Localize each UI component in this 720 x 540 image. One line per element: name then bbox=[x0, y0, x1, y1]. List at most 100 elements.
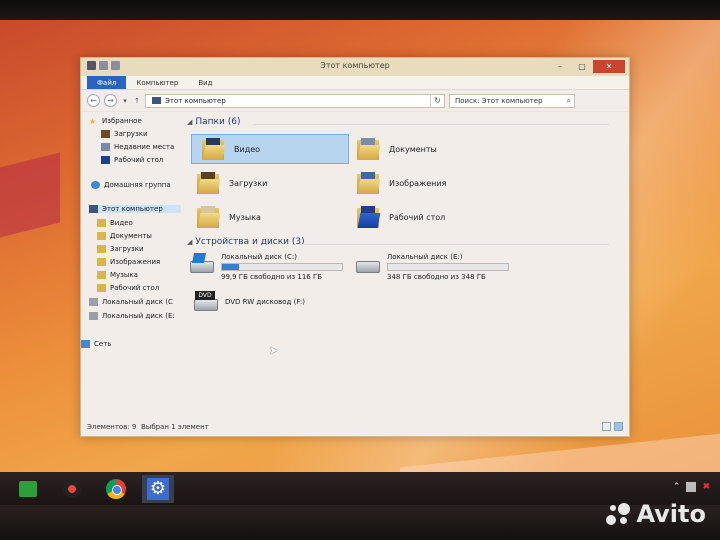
desktop-icon bbox=[101, 156, 110, 164]
selection-count: Выбран 1 элемент bbox=[141, 423, 209, 431]
folder-music-label: Музыка bbox=[229, 212, 261, 222]
antivirus-icon bbox=[63, 480, 81, 498]
maximize-button[interactable]: ▢ bbox=[571, 60, 593, 73]
nav-this-pc-label: Этот компьютер bbox=[102, 205, 163, 213]
up-button[interactable]: ↑ bbox=[133, 97, 141, 105]
view-switcher bbox=[602, 422, 623, 431]
nav-network-label: Сеть bbox=[94, 340, 112, 348]
downloads-folder-icon bbox=[195, 170, 221, 196]
documents-folder-icon bbox=[97, 232, 106, 240]
window-controls: – ▢ ✕ bbox=[549, 60, 625, 73]
forward-button[interactable]: → bbox=[104, 94, 117, 107]
refresh-button[interactable]: ↻ bbox=[430, 94, 444, 107]
nav-desktop-favorite[interactable]: Рабочий стол bbox=[101, 156, 163, 164]
nav-desktop[interactable]: Рабочий стол bbox=[97, 284, 159, 292]
downloads-icon bbox=[101, 130, 110, 138]
gear-icon: ⚙ bbox=[147, 478, 169, 500]
network-icon bbox=[81, 340, 90, 348]
taskbar-settings[interactable]: ⚙ bbox=[142, 475, 174, 503]
tab-view[interactable]: Вид bbox=[188, 76, 222, 89]
drive-e[interactable]: Локальный диск (E:) 348 ГБ свободно из 3… bbox=[355, 253, 509, 281]
tab-computer[interactable]: Компьютер bbox=[126, 76, 188, 89]
folder-videos[interactable]: Видео bbox=[191, 134, 349, 164]
address-toolbar: ← → ▾ ↑ Этот компьютер ↻ Поиск: Этот ком… bbox=[81, 90, 629, 112]
tiles-view-icon[interactable] bbox=[614, 422, 623, 431]
show-hidden-icons-icon[interactable]: ⌃ bbox=[673, 482, 681, 492]
wallpaper-stripe bbox=[0, 152, 60, 238]
nav-network[interactable]: Сеть bbox=[81, 340, 111, 348]
nav-drive-e-label: Локальный диск (E: bbox=[102, 312, 175, 320]
mouse-cursor-icon: ➤ bbox=[269, 344, 279, 357]
minimize-button[interactable]: – bbox=[549, 60, 571, 73]
nav-recent-places-label: Недавние места bbox=[114, 143, 175, 151]
drive-f[interactable]: DVD DVD RW дисковод (F:) bbox=[193, 291, 305, 313]
search-input[interactable]: Поиск: Этот компьютер ⌕ bbox=[449, 93, 575, 108]
status-bar: Элементов: 9 Выбран 1 элемент bbox=[81, 418, 629, 436]
drive-e-free-space: 348 ГБ свободно из 348 ГБ bbox=[387, 273, 486, 281]
nav-music[interactable]: Музыка bbox=[97, 271, 138, 279]
nav-drive-c[interactable]: Локальный диск (C bbox=[89, 298, 173, 306]
drive-c-usage-bar bbox=[221, 263, 343, 271]
music-folder-icon bbox=[97, 271, 106, 279]
hard-drive-icon bbox=[355, 253, 381, 275]
folders-group-title: Папки (6) bbox=[195, 117, 241, 127]
navigation-pane: ★ Избранное Загрузки Недавние места Рабо… bbox=[81, 113, 181, 418]
details-view-icon[interactable] bbox=[602, 422, 611, 431]
drive-c-free-space: 99,9 ГБ свободно из 116 ГБ bbox=[221, 273, 323, 281]
nav-videos[interactable]: Видео bbox=[97, 219, 133, 227]
title-bar[interactable]: Этот компьютер – ▢ ✕ bbox=[81, 58, 629, 76]
computer-icon bbox=[89, 205, 98, 213]
back-button[interactable]: ← bbox=[87, 94, 100, 107]
nav-this-pc[interactable]: Этот компьютер bbox=[89, 205, 181, 213]
videos-folder-icon bbox=[97, 219, 106, 227]
nav-music-label: Музыка bbox=[110, 271, 138, 279]
avito-watermark-text: Avito bbox=[636, 500, 706, 528]
system-drive-icon bbox=[189, 253, 215, 275]
videos-folder-icon bbox=[200, 136, 226, 162]
hard-drive-icon bbox=[89, 298, 98, 306]
devices-group-header[interactable]: ◢ Устройства и диски (3) bbox=[187, 237, 305, 247]
folder-documents-label: Документы bbox=[389, 144, 437, 154]
folder-desktop[interactable]: Рабочий стол bbox=[355, 202, 445, 232]
nav-videos-label: Видео bbox=[110, 219, 133, 227]
folder-documents[interactable]: Документы bbox=[355, 134, 437, 164]
nav-desktop-label: Рабочий стол bbox=[110, 284, 160, 292]
folder-music[interactable]: Музыка bbox=[195, 202, 261, 232]
nav-downloads-pc[interactable]: Загрузки bbox=[97, 245, 144, 253]
star-icon: ★ bbox=[89, 117, 97, 126]
nav-downloads-label: Загрузки bbox=[114, 130, 148, 138]
explorer-window: Этот компьютер – ▢ ✕ Файл Компьютер Вид … bbox=[80, 57, 630, 437]
store-icon bbox=[19, 481, 37, 497]
nav-drive-e[interactable]: Локальный диск (E: bbox=[89, 312, 175, 320]
folder-pictures-label: Изображения bbox=[389, 178, 447, 188]
nav-favorites[interactable]: ★ Избранное bbox=[89, 117, 142, 126]
action-center-icon[interactable] bbox=[686, 482, 697, 492]
tab-file[interactable]: Файл bbox=[87, 76, 127, 89]
folder-pictures[interactable]: Изображения bbox=[355, 168, 446, 198]
taskbar-store[interactable] bbox=[12, 475, 44, 503]
nav-homegroup[interactable]: Домашняя группа bbox=[91, 181, 171, 189]
avito-logo-icon bbox=[606, 501, 632, 527]
nav-downloads[interactable]: Загрузки bbox=[101, 130, 148, 138]
close-button[interactable]: ✕ bbox=[593, 60, 625, 73]
nav-recent-places[interactable]: Недавние места bbox=[101, 143, 174, 151]
nav-drive-c-label: Локальный диск (C bbox=[102, 298, 173, 306]
recent-locations-button[interactable]: ▾ bbox=[121, 97, 129, 105]
nav-pictures[interactable]: Изображения bbox=[97, 258, 160, 266]
folders-group-header[interactable]: ◢ Папки (6) bbox=[187, 117, 240, 127]
nav-documents[interactable]: Документы bbox=[97, 232, 152, 240]
taskbar-chrome[interactable] bbox=[100, 475, 132, 503]
avito-watermark: Avito bbox=[606, 500, 706, 528]
address-path: Этот компьютер bbox=[165, 96, 226, 105]
search-icon[interactable]: ⌕ bbox=[567, 95, 571, 107]
drive-c-name: Локальный диск (C:) bbox=[221, 253, 297, 261]
address-bar[interactable]: Этот компьютер ↻ bbox=[145, 93, 445, 108]
drive-c-info: Локальный диск (C:) 99,9 ГБ свободно из … bbox=[221, 253, 343, 281]
drive-c[interactable]: Локальный диск (C:) 99,9 ГБ свободно из … bbox=[189, 253, 343, 281]
folder-desktop-label: Рабочий стол bbox=[389, 212, 446, 222]
network-status-icon[interactable]: ✖ bbox=[702, 482, 710, 492]
taskbar-antivirus[interactable] bbox=[56, 475, 88, 503]
ribbon-tabs: Файл Компьютер Вид bbox=[81, 76, 629, 90]
folder-downloads[interactable]: Загрузки bbox=[195, 168, 267, 198]
drive-e-info: Локальный диск (E:) 348 ГБ свободно из 3… bbox=[387, 253, 509, 281]
